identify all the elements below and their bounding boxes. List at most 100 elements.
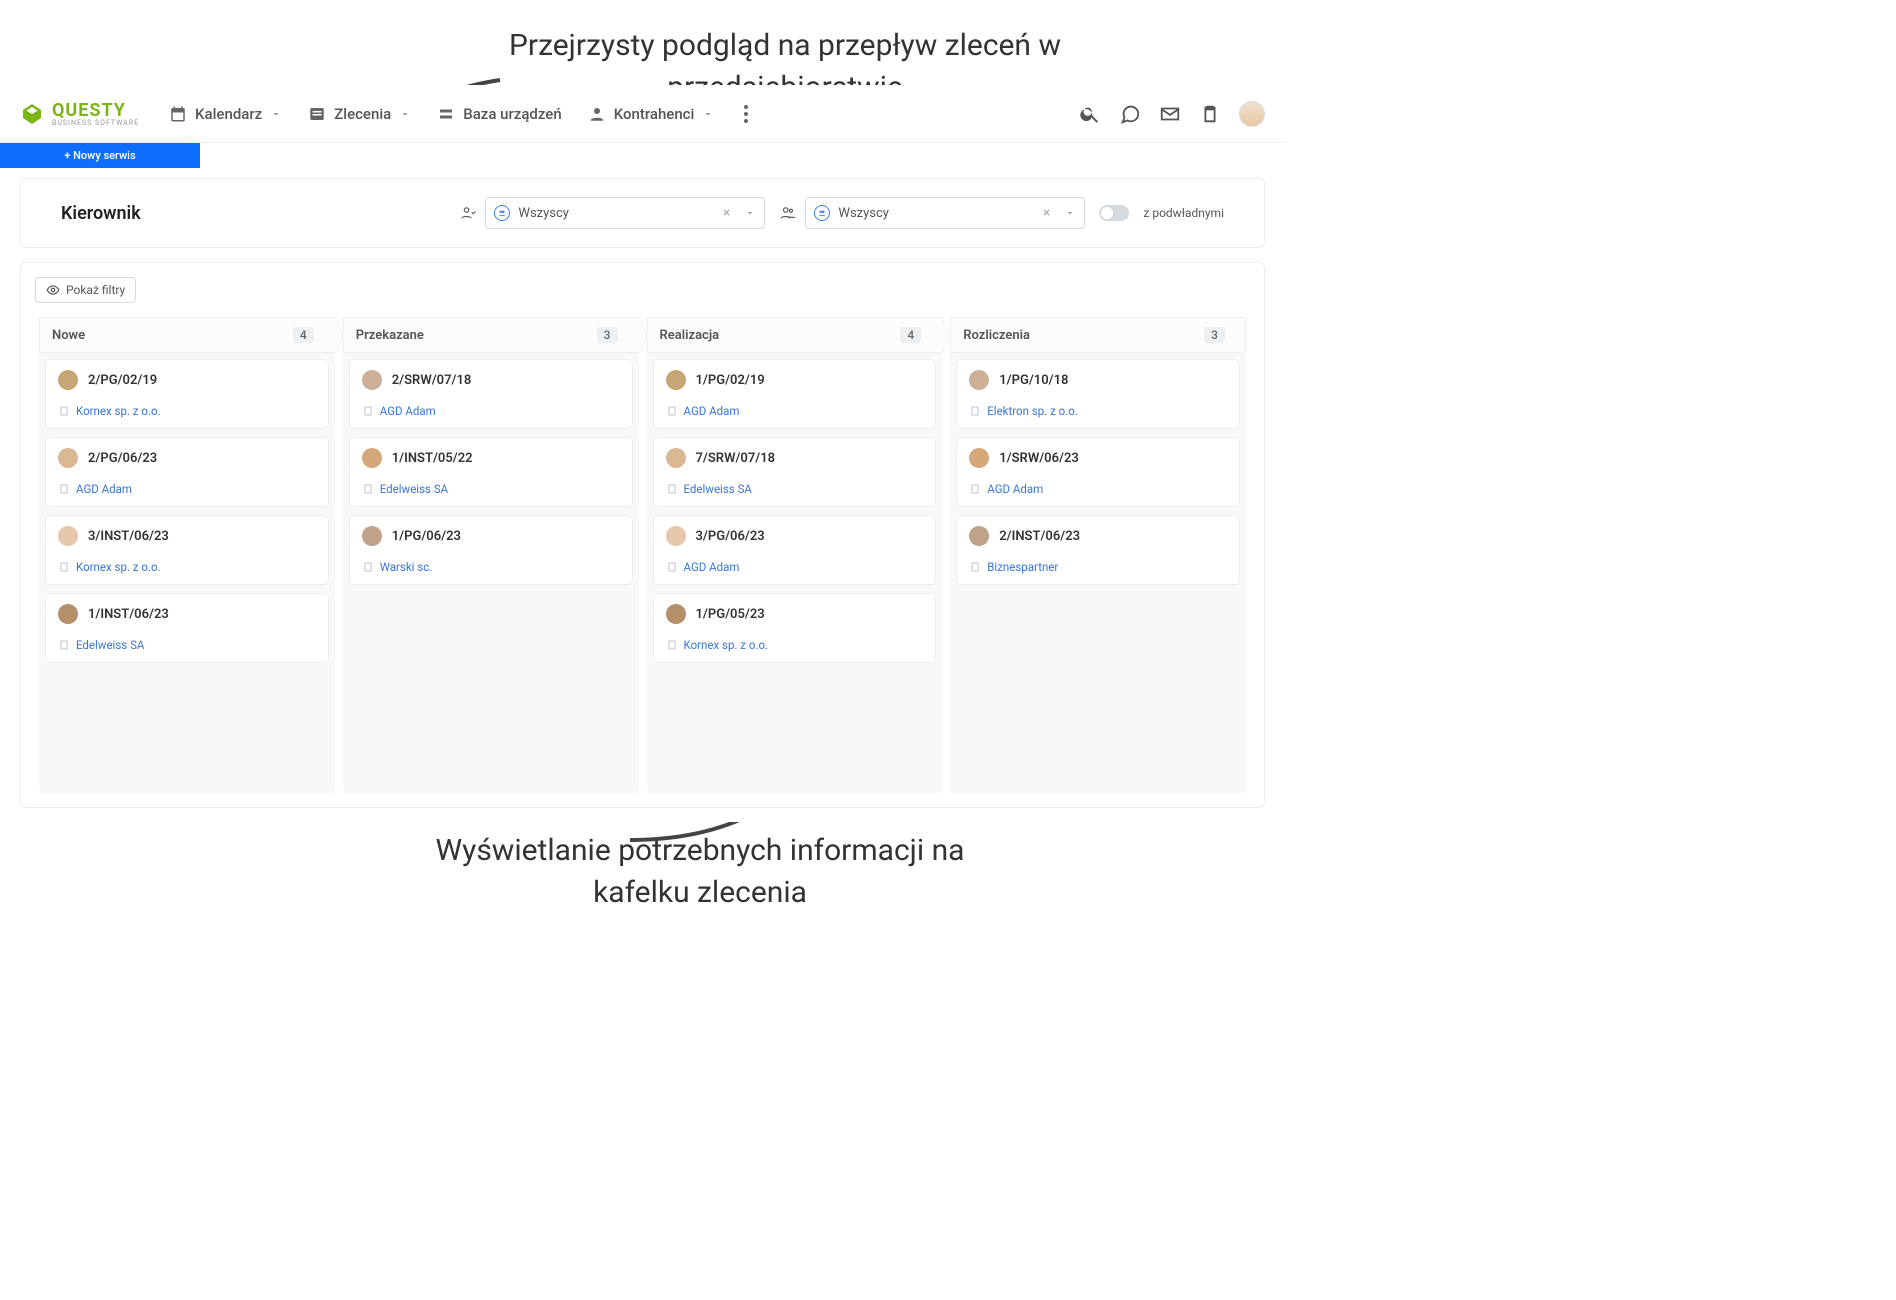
kanban-board: Nowe42/PG/02/19Kornex sp. z o.o.2/PG/06/…: [35, 317, 1250, 793]
company-name: Kornex sp. z o.o.: [76, 560, 161, 574]
order-card[interactable]: 1/SRW/06/23AGD Adam: [956, 437, 1240, 507]
mail-icon[interactable]: [1159, 103, 1181, 125]
order-id: 1/PG/02/19: [696, 373, 765, 388]
assignee-avatar: [58, 526, 78, 546]
nav-orders[interactable]: Zlecenia: [308, 105, 411, 123]
user-avatar[interactable]: [1239, 101, 1265, 127]
clear-icon[interactable]: ×: [723, 205, 730, 221]
page-title: Kierownik: [61, 203, 141, 224]
order-card[interactable]: 1/PG/02/19AGD Adam: [653, 359, 937, 429]
subordinates-toggle[interactable]: [1099, 205, 1129, 221]
logo-subtitle: BUSINESS SOFTWARE: [52, 119, 139, 127]
company-name: Biznespartner: [987, 560, 1058, 574]
building-icon: [969, 483, 981, 495]
search-icon[interactable]: [1079, 103, 1101, 125]
order-card[interactable]: 3/PG/06/23AGD Adam: [653, 515, 937, 585]
order-card[interactable]: 2/SRW/07/18 AGD Adam: [349, 359, 633, 429]
column-body: 1/PG/10/18Elektron sp. z o.o. 1/SRW/06/23…: [950, 353, 1246, 793]
logo-brand: QUESTY: [52, 100, 139, 121]
building-icon: [362, 405, 374, 417]
order-card[interactable]: 1/PG/05/23Kornex sp. z o.o.: [653, 593, 937, 663]
order-card[interactable]: 1/INST/06/23Edelweiss SA: [45, 593, 329, 663]
building-icon: [58, 405, 70, 417]
column-count: 3: [1204, 327, 1225, 343]
company-name: Warski sc.: [380, 560, 433, 574]
annotation-bottom: Wyświetlanie potrzebnych informacji na k…: [400, 830, 1000, 914]
building-icon: [969, 561, 981, 573]
order-id: 1/SRW/06/23: [999, 451, 1079, 466]
storage-icon: [437, 105, 455, 123]
building-icon: [58, 561, 70, 573]
company-name: Edelweiss SA: [76, 638, 144, 652]
order-id: 7/SRW/07/18: [696, 451, 776, 466]
kanban-column: Nowe42/PG/02/19Kornex sp. z o.o.2/PG/06/…: [35, 317, 339, 793]
app-window: QUESTY BUSINESS SOFTWARE Kalendarz Zlece…: [0, 85, 1285, 822]
assignee-avatar: [362, 526, 382, 546]
select-person-1[interactable]: Wszyscy ×: [485, 197, 765, 229]
column-body: 2/SRW/07/18 AGD Adam 1/INST/05/22 Edelweiss…: [343, 353, 639, 793]
calendar-icon: [169, 105, 187, 123]
chat-icon[interactable]: [1119, 103, 1141, 125]
company-name: AGD Adam: [380, 404, 436, 418]
order-card[interactable]: 1/PG/06/23 Warski sc.: [349, 515, 633, 585]
order-card[interactable]: 2/PG/02/19Kornex sp. z o.o.: [45, 359, 329, 429]
logo[interactable]: QUESTY BUSINESS SOFTWARE: [20, 100, 139, 127]
column-header: Rozliczenia3: [950, 317, 1246, 353]
building-icon: [362, 483, 374, 495]
person-assign-icon: [459, 204, 477, 222]
order-id: 2/SRW/07/18: [392, 373, 472, 388]
assignee-avatar: [58, 370, 78, 390]
assignee-avatar: [362, 370, 382, 390]
column-header: Nowe4: [39, 317, 335, 353]
building-icon: [58, 483, 70, 495]
assignee-avatar: [969, 526, 989, 546]
building-icon: [666, 483, 678, 495]
chevron-down-icon: [702, 108, 714, 120]
order-card[interactable]: 2/INST/06/23Biznespartner: [956, 515, 1240, 585]
nav-more[interactable]: [740, 101, 752, 127]
order-card[interactable]: 1/PG/10/18Elektron sp. z o.o.: [956, 359, 1240, 429]
column-count: 3: [597, 327, 618, 343]
kanban-column: Przekazane32/SRW/07/18AGD Adam1/INST/05/…: [339, 317, 643, 793]
chevron-down-icon: [399, 108, 411, 120]
topbar-actions: [1079, 101, 1265, 127]
logo-icon: [20, 102, 44, 126]
clipboard-icon[interactable]: [1199, 103, 1221, 125]
order-card[interactable]: 3/INST/06/23Kornex sp. z o.o.: [45, 515, 329, 585]
company-name: Kornex sp. z o.o.: [684, 638, 769, 652]
assignee-avatar: [666, 604, 686, 624]
new-service-button[interactable]: Nowy serwis: [0, 143, 200, 168]
kanban-column: Realizacja4 1/PG/02/19AGD Adam 7/SRW/07/18…: [643, 317, 947, 793]
column-title: Nowe: [52, 328, 85, 343]
company-name: Elektron sp. z o.o.: [987, 404, 1078, 418]
show-filters-button[interactable]: Pokaż filtry: [35, 277, 136, 303]
nav-contractors[interactable]: Kontrahenci: [588, 105, 715, 123]
group-icon: [814, 205, 830, 221]
order-card[interactable]: 1/INST/05/22 Edelweiss SA: [349, 437, 633, 507]
company-name: Edelweiss SA: [380, 482, 448, 496]
header-bar: Kierownik Wszyscy × Wszyscy × z podwładn…: [20, 178, 1265, 248]
order-id: 1/INST/05/22: [392, 451, 473, 466]
building-icon: [58, 639, 70, 651]
eye-icon: [46, 283, 60, 297]
chevron-down-icon: [270, 108, 282, 120]
column-header: Realizacja4: [647, 317, 943, 353]
order-id: 2/PG/06/23: [88, 451, 157, 466]
toggle-label: z podwładnymi: [1143, 206, 1224, 220]
nav-devices[interactable]: Baza urządzeń: [437, 105, 561, 123]
company-name: Edelweiss SA: [684, 482, 752, 496]
assignee-avatar: [666, 448, 686, 468]
order-id: 2/PG/02/19: [88, 373, 157, 388]
clear-icon[interactable]: ×: [1043, 205, 1050, 221]
select-person-2[interactable]: Wszyscy ×: [805, 197, 1085, 229]
person-icon: [588, 105, 606, 123]
building-icon: [666, 561, 678, 573]
kanban-column: Rozliczenia31/PG/10/18Elektron sp. z o.o…: [946, 317, 1250, 793]
assignee-avatar: [362, 448, 382, 468]
order-id: 1/PG/06/23: [392, 529, 461, 544]
order-card[interactable]: 7/SRW/07/18 Edelweiss SA: [653, 437, 937, 507]
group-badge-icon: [779, 204, 797, 222]
nav-calendar[interactable]: Kalendarz: [169, 105, 282, 123]
order-card[interactable]: 2/PG/06/23AGD Adam: [45, 437, 329, 507]
assignee-avatar: [666, 526, 686, 546]
